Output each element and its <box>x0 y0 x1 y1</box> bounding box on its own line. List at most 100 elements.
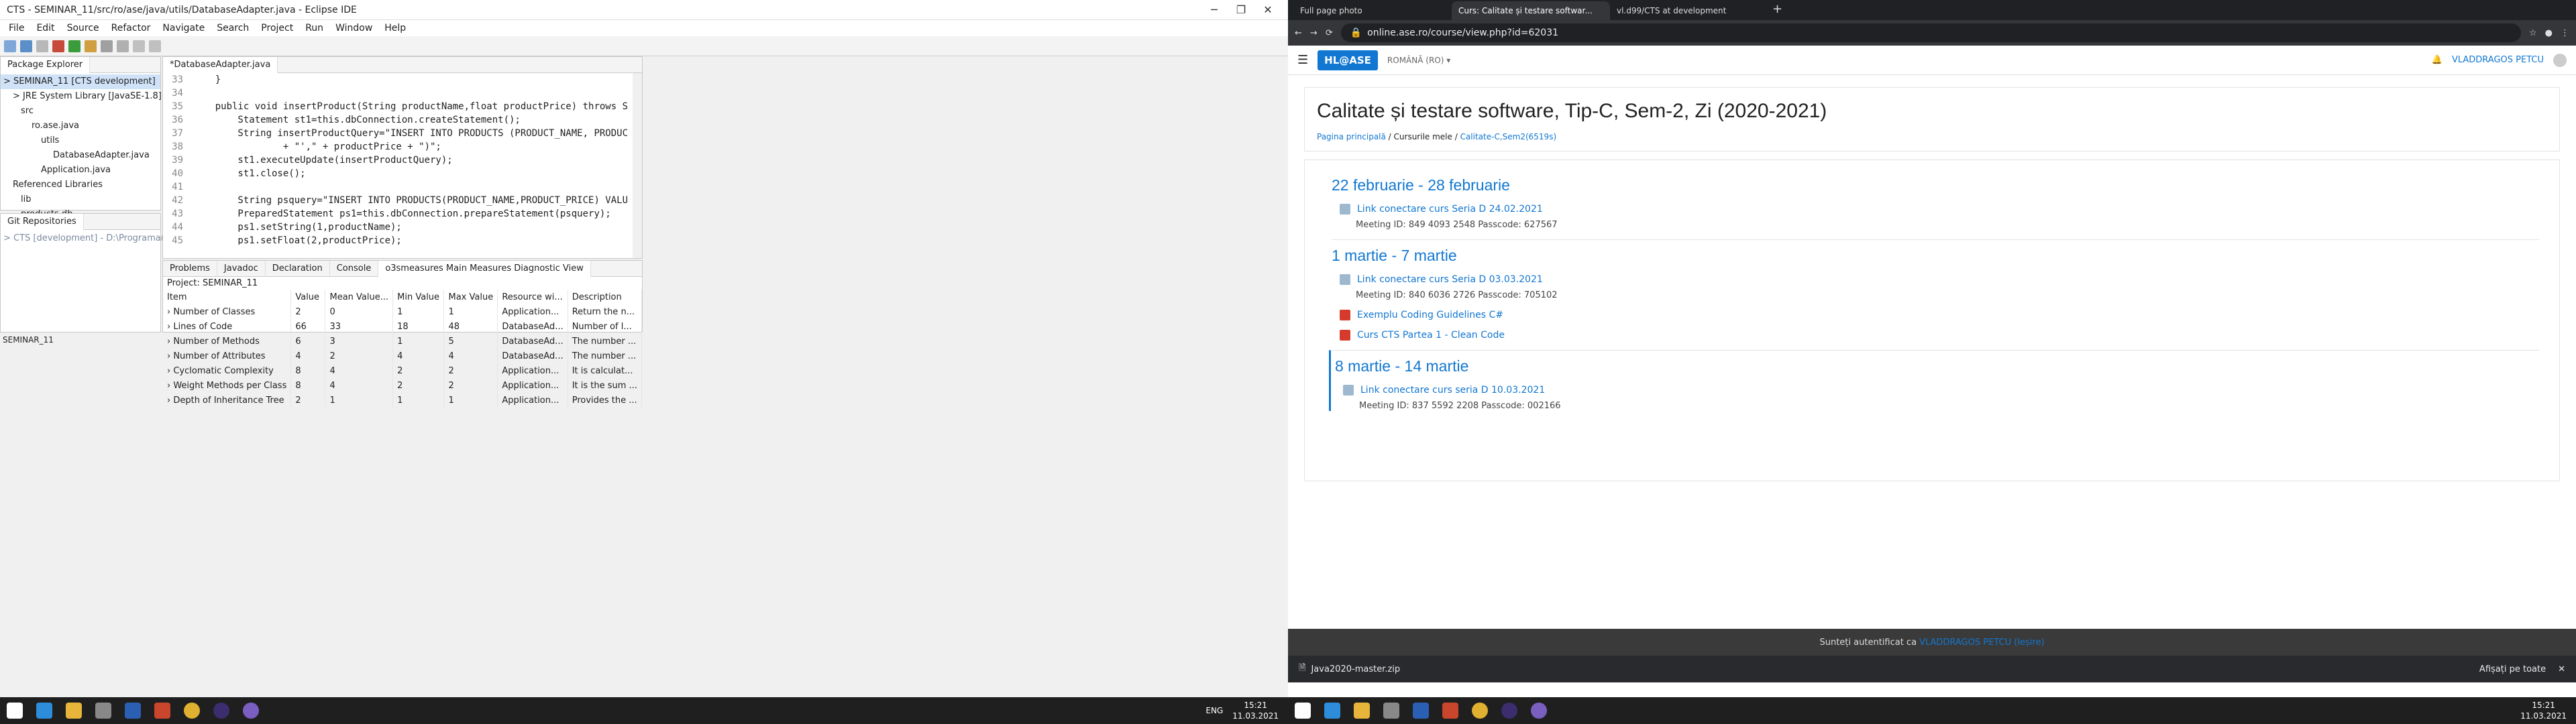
word-icon[interactable] <box>1406 697 1436 724</box>
language-menu[interactable]: ROMÂNĂ (RO) ▾ <box>1387 56 1450 65</box>
column-header[interactable]: Resource wi... <box>497 290 568 304</box>
tree-item-lib[interactable]: lib <box>1 192 160 207</box>
table-row[interactable]: › Number of Attributes 4 2 4 4 DatabaseAd... T… <box>163 349 643 363</box>
tab-javadoc[interactable]: Javadoc <box>217 260 266 277</box>
table-row[interactable]: › Number of Methods 6 3 1 5 DatabaseAd... The … <box>163 334 643 349</box>
save-icon[interactable] <box>20 40 32 52</box>
column-header[interactable]: Value <box>290 290 326 304</box>
search-icon[interactable] <box>117 40 129 52</box>
breadcrumb-home[interactable]: Pagina principală <box>1317 132 1386 141</box>
clock[interactable]: 15:21 11.03.2021 <box>1232 700 1279 721</box>
footer-user-link[interactable]: VLADDRAGOS PETCU <box>1919 638 2011 648</box>
powerpoint-icon[interactable] <box>1436 697 1465 724</box>
menu-help[interactable]: Help <box>378 23 412 34</box>
new-tab-icon[interactable]: + <box>1772 2 1782 16</box>
menu-project[interactable]: Project <box>255 23 299 34</box>
section-title[interactable]: 22 februarie - 28 februarie <box>1332 176 2539 194</box>
back-icon[interactable] <box>133 40 145 52</box>
new-icon[interactable] <box>4 40 16 52</box>
coverage-icon[interactable] <box>85 40 97 52</box>
eclipse-icon[interactable] <box>207 697 236 724</box>
chrome-tab-full-page-photo[interactable]: Full page photo <box>1293 1 1452 20</box>
store-icon[interactable] <box>89 697 118 724</box>
site-brand[interactable]: HL@ASE <box>1318 50 1378 70</box>
activity-link[interactable]: Exemplu Coding Guidelines C# <box>1340 310 2539 320</box>
section-title[interactable]: 8 martie - 14 martie <box>1335 357 2539 375</box>
menu-window[interactable]: Window <box>329 23 378 34</box>
maximize-icon[interactable]: ❐ <box>1228 3 1254 16</box>
open-type-icon[interactable] <box>101 40 113 52</box>
file-explorer-icon[interactable] <box>59 697 89 724</box>
tree-item-project[interactable]: > SEMINAR_11 [CTS development] <box>1 74 160 89</box>
tree-item-src[interactable]: src <box>1 104 160 119</box>
activity-link[interactable]: Curs CTS Partea 1 - Clean Code <box>1340 330 2539 341</box>
avatar[interactable] <box>2553 53 2567 67</box>
tree-item-utils[interactable]: utils <box>1 133 160 148</box>
hamburger-icon[interactable]: ☰ <box>1297 53 1308 67</box>
star-icon[interactable]: ☆ <box>2529 28 2537 38</box>
menu-source[interactable]: Source <box>61 23 105 34</box>
menu-search[interactable]: Search <box>211 23 255 34</box>
profile-icon[interactable]: ● <box>2545 28 2553 38</box>
tab-o3smeasures[interactable]: o3smeasures Main Measures Diagnostic Vie… <box>378 260 591 277</box>
activity-link[interactable]: Link conectare curs Seria D 03.03.2021 <box>1340 274 2539 285</box>
debug-icon[interactable] <box>52 40 64 52</box>
github-icon[interactable] <box>1524 697 1554 724</box>
tab-console[interactable]: Console <box>330 260 379 277</box>
logout-link[interactable]: (Ieșire) <box>2014 638 2044 648</box>
tab-problems[interactable]: Problems <box>163 260 217 277</box>
close-icon[interactable]: ✕ <box>1254 3 1281 16</box>
column-header[interactable]: Item <box>163 290 292 304</box>
menu-navigate[interactable]: Navigate <box>156 23 211 34</box>
run-icon[interactable] <box>68 40 80 52</box>
clock[interactable]: 15:21 11.03.2021 <box>2520 700 2567 721</box>
activity-link[interactable]: Link conectare curs Seria D 24.02.2021 <box>1340 204 2539 215</box>
column-header[interactable]: Max Value <box>443 290 498 304</box>
activity-link[interactable]: Link conectare curs seria D 10.03.2021 <box>1343 385 2539 396</box>
column-header[interactable]: Description <box>568 290 643 304</box>
table-row[interactable]: › Cyclomatic Complexity 8 4 2 2 Application..… <box>163 363 643 378</box>
tree-item-referenced-libraries[interactable]: Referenced Libraries <box>1 178 160 192</box>
forward-arrow-icon[interactable]: → <box>1310 28 1318 38</box>
tree-item-package[interactable]: ro.ase.java <box>1 119 160 133</box>
eclipse-icon[interactable] <box>1495 697 1524 724</box>
tree-item-application[interactable]: Application.java <box>1 163 160 178</box>
table-row[interactable]: › Weight Methods per Class 8 4 2 2 Applicatio… <box>163 378 643 393</box>
close-download-bar-icon[interactable]: ✕ <box>2558 664 2565 674</box>
menu-run[interactable]: Run <box>299 23 329 34</box>
tab-package-explorer[interactable]: Package Explorer <box>1 56 91 73</box>
reload-icon[interactable]: ⟳ <box>1326 28 1333 38</box>
column-header[interactable]: Mean Value... <box>325 290 394 304</box>
git-repo-item[interactable]: > CTS [development] - D:\Programare AN 3… <box>1 231 250 246</box>
back-arrow-icon[interactable]: ← <box>1295 28 1302 38</box>
show-all-button[interactable]: Afișați pe toate <box>2479 664 2546 674</box>
language-indicator[interactable]: ENG <box>1205 706 1223 715</box>
windows-start-icon[interactable] <box>1288 697 1318 724</box>
editor-scrollbar[interactable] <box>633 73 642 258</box>
section-title[interactable]: 1 martie - 7 martie <box>1332 247 2539 265</box>
table-row[interactable]: › Lines of Code 66 33 18 48 DatabaseAd... Numb… <box>163 319 643 334</box>
menu-edit[interactable]: Edit <box>30 23 60 34</box>
chrome-tab-course[interactable]: Curs: Calitate și testare softwar... <box>1452 1 1610 20</box>
forward-icon[interactable] <box>149 40 161 52</box>
download-item[interactable]: Java2020-master.zip <box>1311 664 1400 674</box>
breadcrumb-my-courses[interactable]: Cursurile mele <box>1394 132 1452 141</box>
breadcrumb-course[interactable]: Calitate-C,Sem2(6519s) <box>1460 132 1557 141</box>
tree-item-jre[interactable]: > JRE System Library [JavaSE-1.8] <box>1 89 162 104</box>
file-explorer-icon[interactable] <box>1347 697 1377 724</box>
code-area[interactable]: 33 } 34 35 public void insertProduct(Strin… <box>163 73 627 245</box>
menu-refactor[interactable]: Refactor <box>105 23 157 34</box>
chrome-icon[interactable] <box>1465 697 1495 724</box>
user-menu[interactable]: VLADDRAGOS PETCU <box>2452 55 2544 65</box>
column-header[interactable]: Min Value <box>392 290 445 304</box>
edge-icon[interactable] <box>1318 697 1347 724</box>
tab-declaration[interactable]: Declaration <box>266 260 330 277</box>
store-icon[interactable] <box>1377 697 1406 724</box>
minimize-icon[interactable]: ─ <box>1201 3 1228 16</box>
tab-git-repositories[interactable]: Git Repositories <box>1 213 84 230</box>
tree-item-database-adapter[interactable]: DatabaseAdapter.java <box>1 148 160 163</box>
tab-database-adapter[interactable]: *DatabaseAdapter.java <box>163 56 278 73</box>
github-icon[interactable] <box>236 697 266 724</box>
menu-file[interactable]: File <box>3 23 30 34</box>
powerpoint-icon[interactable] <box>148 697 177 724</box>
